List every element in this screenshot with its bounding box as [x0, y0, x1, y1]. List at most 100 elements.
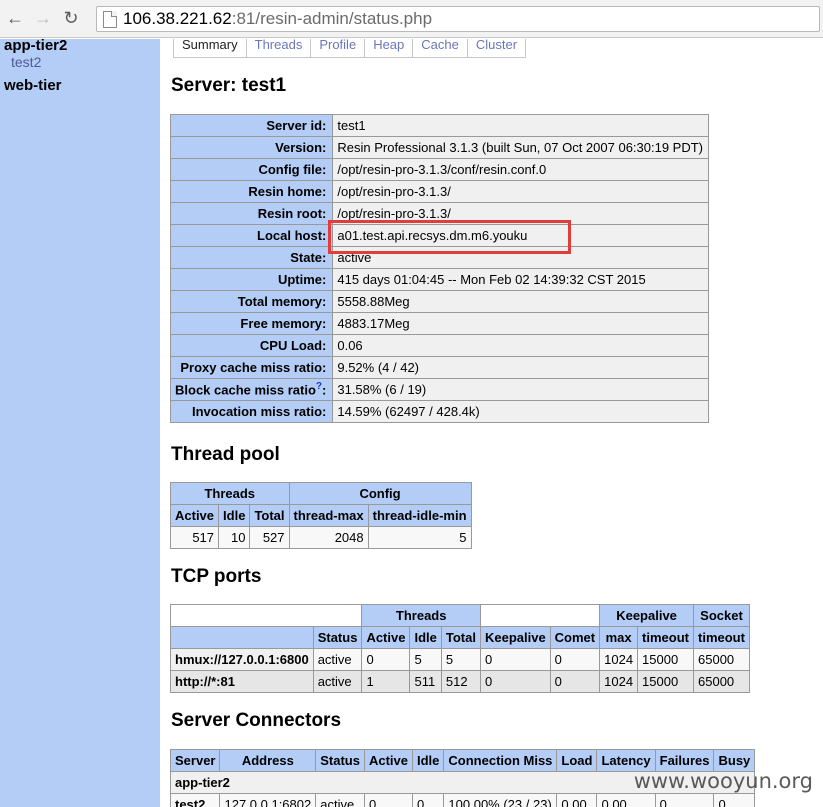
cell: 0 — [363, 793, 414, 807]
forward-arrow-icon[interactable]: → — [30, 6, 56, 32]
server-connectors-heading: Server Connectors — [171, 710, 342, 731]
cell: 0 — [549, 648, 601, 671]
table-row: http://*:81 active 1 511 512 0 0 1024 15000 65000 — [170, 670, 750, 693]
cell: 0 — [713, 793, 756, 807]
cell: 5 — [440, 648, 481, 671]
cell: 5 — [409, 648, 442, 671]
sidebar-link-test2[interactable]: test2 — [0, 54, 160, 70]
row-label: Server id: — [169, 114, 334, 137]
table-row: Resin home: /opt/resin-pro-3.1.3/ — [169, 180, 709, 203]
sidebar-group-web-tier: web-tier — [4, 77, 62, 94]
col-header: thread-max — [288, 504, 369, 527]
col-header: Idle — [218, 504, 251, 527]
sidebar: app-tier2 test2 web-tier — [0, 37, 160, 807]
col-header: Idle — [409, 626, 442, 649]
row-value: Resin Professional 3.1.3 (built Sun, 07 … — [332, 136, 709, 159]
cell: 517 — [169, 526, 220, 549]
cell: 527 — [249, 526, 290, 549]
cell: 15000 — [637, 648, 694, 671]
col-header: timeout — [637, 626, 694, 649]
col-header-port — [170, 626, 314, 649]
cell: 0 — [479, 648, 551, 671]
row-value: /opt/resin-pro-3.1.3/conf/resin.conf.0 — [332, 158, 709, 181]
cell: 5 — [367, 526, 472, 549]
url-path: :81/resin-admin/status.php — [231, 9, 433, 28]
tab-threads[interactable]: Threads — [245, 38, 312, 58]
row-value: test1 — [332, 114, 709, 137]
cell: 1024 — [599, 648, 639, 671]
col-header: Keepalive — [479, 626, 551, 649]
sidebar-group-app-tier2: app-tier2 — [4, 37, 68, 54]
tcp-ports-heading: TCP ports — [171, 566, 262, 587]
row-label: Invocation miss ratio: — [169, 400, 334, 423]
table-row: Server id: test1 — [169, 114, 709, 137]
row-label-text: Local host: — [257, 228, 327, 243]
table-row: Invocation miss ratio: 14.59% (62497 / 42… — [169, 400, 709, 423]
row-label: CPU Load: — [169, 334, 334, 357]
tab-summary[interactable]: Summary — [173, 38, 247, 58]
cell: 65000 — [693, 648, 750, 671]
group-header-keepalive: Keepalive — [599, 604, 694, 627]
group-header-config: Config — [288, 482, 472, 505]
col-header: Load — [556, 749, 598, 772]
col-header: Connection Miss — [443, 749, 558, 772]
row-value: 5558.88Meg — [332, 290, 709, 313]
tab-cluster[interactable]: Cluster — [466, 38, 527, 58]
blank-header — [169, 604, 363, 627]
cell: 0 — [361, 648, 411, 671]
tab-heap[interactable]: Heap — [364, 38, 414, 58]
row-label-text: Config file: — [258, 162, 327, 177]
col-header: Active — [169, 504, 220, 527]
server-heading: Server: test1 — [171, 75, 287, 96]
cell: active — [312, 648, 363, 671]
main-content: Summary Threads Profile Heap Cache Clust… — [169, 38, 823, 807]
thread-pool-heading: Thread pool — [171, 444, 280, 465]
cell: 0 — [654, 793, 715, 807]
table-row: test2 127.0.0.1:6802 active 0 0 100.00% (23 /… — [169, 793, 756, 807]
col-header: timeout — [693, 626, 750, 649]
row-value: 14.59% (62497 / 428.4k) — [332, 400, 709, 423]
group-header-socket: Socket — [693, 604, 750, 627]
row-label-text: Version: — [275, 140, 327, 155]
cell: 15000 — [637, 670, 694, 693]
table-row: Config file: /opt/resin-pro-3.1.3/conf/re… — [169, 158, 709, 181]
table-row: 517 10 527 2048 5 — [169, 526, 472, 549]
watermark: www.wooyun.org — [633, 769, 813, 793]
table-row: CPU Load: 0.06 — [169, 334, 709, 357]
table-row: hmux://127.0.0.1:6800 active 0 5 5 0 0 1024 1500… — [170, 648, 750, 671]
tab-cache[interactable]: Cache — [412, 38, 468, 58]
row-label-text: Uptime: — [277, 272, 327, 287]
row-value: 415 days 01:04:45 -- Mon Feb 02 14:39:32… — [332, 268, 709, 291]
row-value: 9.52% (4 / 42) — [332, 356, 709, 379]
row-value: /opt/resin-pro-3.1.3/ — [332, 180, 709, 203]
back-arrow-icon[interactable]: ← — [2, 6, 28, 32]
row-label: State: — [169, 246, 334, 269]
reload-icon[interactable]: ↻ — [58, 6, 84, 32]
row-label-text: State: — [290, 250, 327, 265]
col-header: max — [599, 626, 639, 649]
table-row: Total memory: 5558.88Meg — [169, 290, 709, 313]
group-header-threads: Threads — [170, 482, 290, 505]
cell: 0.00 — [596, 793, 656, 807]
cell: 1 — [361, 670, 411, 693]
cell: 0 — [479, 670, 551, 693]
row-label-suffix: : — [322, 382, 327, 398]
table-row: Uptime: 415 days 01:04:45 -- Mon Feb 02 1… — [169, 268, 709, 291]
highlight-box — [328, 220, 571, 254]
page-icon — [103, 10, 117, 28]
table-row: Proxy cache miss ratio: 9.52% (4 / 42) — [169, 356, 709, 379]
server-summary-table: Server id: test1 Version: Resin Professiona… — [169, 114, 709, 423]
table-row: Version: Resin Professional 3.1.3 (built … — [169, 136, 709, 159]
cell: 100.00% (23 / 23) — [443, 793, 558, 807]
col-header: thread-idle-min — [367, 504, 472, 527]
col-header: Total — [440, 626, 481, 649]
col-header: Active — [363, 749, 414, 772]
tab-profile[interactable]: Profile — [310, 38, 366, 58]
row-label: Version: — [169, 136, 334, 159]
cell: 0 — [411, 793, 445, 807]
cell: 65000 — [693, 670, 750, 693]
row-label: Local host: — [169, 224, 334, 247]
row-label: Free memory: — [169, 312, 334, 335]
address-bar[interactable]: 106.38.221.62:81/resin-admin/status.php — [96, 6, 820, 32]
cell: active — [315, 793, 365, 807]
